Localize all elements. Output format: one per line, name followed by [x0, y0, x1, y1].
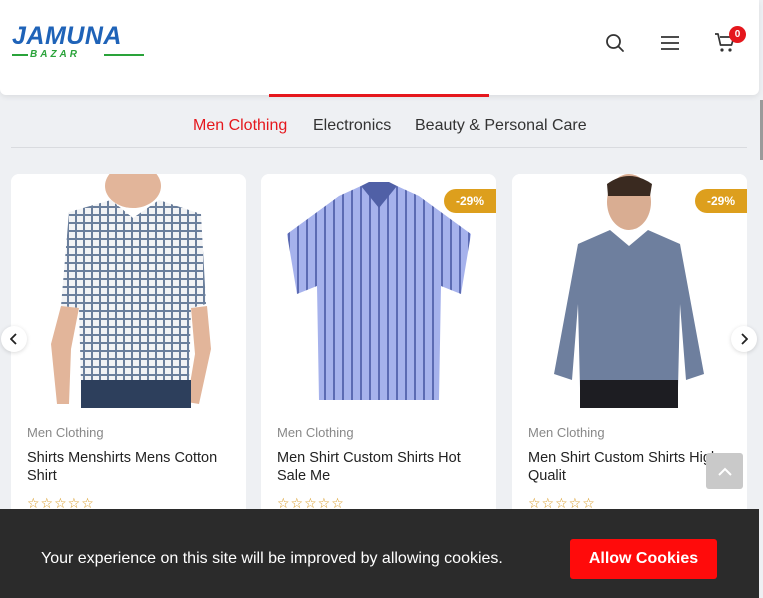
product-title[interactable]: Shirts Menshirts Mens Cotton Shirt: [27, 449, 242, 485]
carousel-next-button[interactable]: [731, 326, 757, 352]
product-image[interactable]: [11, 174, 246, 408]
tab-beauty-personal-care[interactable]: Beauty & Personal Care: [415, 117, 587, 135]
chevron-left-icon: [10, 333, 17, 345]
product-category: Men Clothing: [277, 425, 354, 440]
cart-count-badge: 0: [729, 26, 746, 43]
logo-wordmark: JAMUNA: [12, 22, 122, 50]
product-card[interactable]: -29% Men Clothing Men Shirt Custom Shirt…: [261, 174, 496, 524]
chevron-right-icon: [741, 333, 748, 345]
logo-line-left: [12, 54, 28, 56]
cookie-banner: Your experience on this site will be imp…: [0, 509, 759, 598]
search-icon[interactable]: [602, 30, 628, 56]
chevron-up-icon: [717, 467, 732, 476]
discount-badge: -29%: [444, 189, 496, 213]
allow-cookies-button[interactable]: Allow Cookies: [570, 539, 717, 579]
tab-electronics[interactable]: Electronics: [313, 117, 391, 135]
menu-icon[interactable]: [657, 30, 683, 56]
scroll-to-top-button[interactable]: [706, 453, 743, 489]
product-title[interactable]: Men Shirt Custom Shirts Hot Sale Me: [277, 449, 492, 485]
cookie-message: Your experience on this site will be imp…: [41, 550, 503, 567]
tabs-divider: [11, 147, 747, 148]
logo-line-right: [104, 54, 144, 56]
product-card[interactable]: Men Clothing Shirts Menshirts Mens Cotto…: [11, 174, 246, 524]
site-logo[interactable]: JAMUNA BAZAR: [12, 24, 152, 64]
logo-subtitle: BAZAR: [30, 49, 80, 60]
discount-badge: -29%: [695, 189, 747, 213]
category-tabs: Men Clothing Electronics Beauty & Person…: [0, 117, 763, 139]
section-underline: [269, 94, 489, 97]
product-category: Men Clothing: [27, 425, 104, 440]
carousel-prev-button[interactable]: [1, 326, 27, 352]
site-header: JAMUNA BAZAR 0: [0, 0, 759, 95]
product-category: Men Clothing: [528, 425, 605, 440]
tab-men-clothing[interactable]: Men Clothing: [193, 117, 287, 135]
